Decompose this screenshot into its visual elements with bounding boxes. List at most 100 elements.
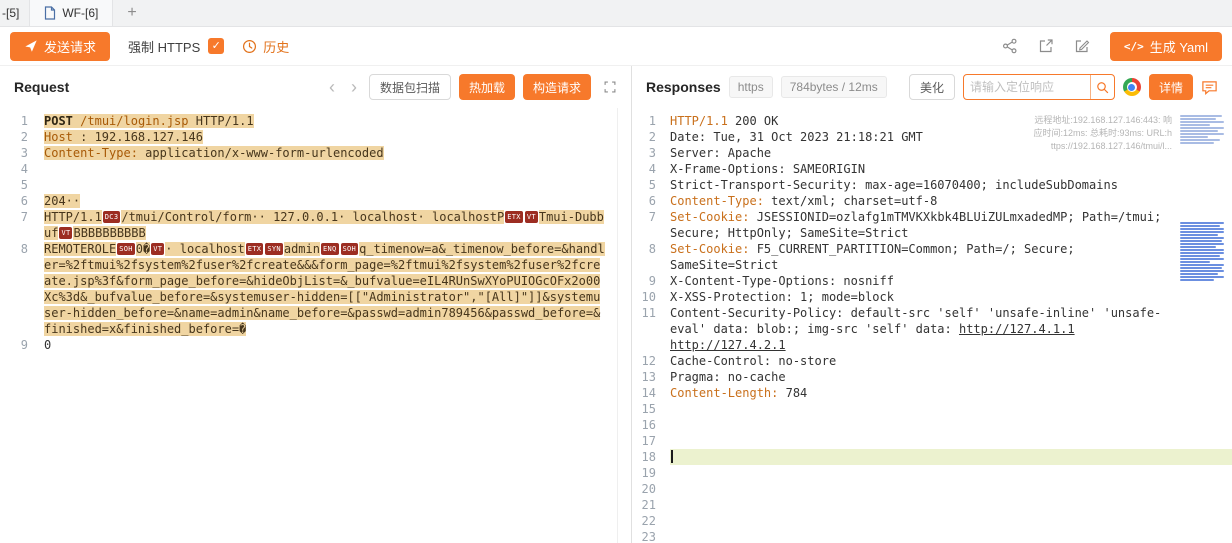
code-icon: </> bbox=[1124, 40, 1144, 53]
code-line[interactable]: 16 bbox=[632, 417, 1232, 433]
code-line[interactable]: 21 bbox=[632, 497, 1232, 513]
line-number: 18 bbox=[632, 449, 670, 465]
code-line[interactable]: 22 bbox=[632, 513, 1232, 529]
code-line[interactable]: 4X-Frame-Options: SAMEORIGIN bbox=[632, 161, 1232, 177]
prev-request-button[interactable]: ‹ bbox=[325, 78, 339, 96]
app-window: -[5] WF-[6] + 发送请求 强制 HTTPS ✓ 历史 bbox=[0, 0, 1232, 543]
protocol-badge: https bbox=[729, 76, 773, 98]
code-line[interactable]: 4 bbox=[0, 161, 631, 177]
details-button[interactable]: 详情 bbox=[1149, 74, 1193, 100]
main-split: Request ‹ › 数据包扫描 热加载 构造请求 1POST /tmui/l… bbox=[0, 66, 1232, 543]
code-line[interactable]: 12Cache-Control: no-store bbox=[632, 353, 1232, 369]
control-char-badge: SOH bbox=[117, 243, 135, 255]
code-line[interactable]: 13Pragma: no-cache bbox=[632, 369, 1232, 385]
line-number: 10 bbox=[632, 289, 670, 305]
code-line[interactable]: 14Content-Length: 784 bbox=[632, 385, 1232, 401]
control-char-badge: DC3 bbox=[103, 211, 121, 223]
response-viewer-wrap: 1HTTP/1.1 200 OK2Date: Tue, 31 Oct 2023 … bbox=[632, 108, 1232, 543]
code-line[interactable]: 8REMOTEROLESOH0�VT· localhostETXSYNadmin… bbox=[0, 241, 631, 337]
search-box bbox=[963, 74, 1115, 100]
line-number: 8 bbox=[632, 241, 670, 273]
code-line[interactable]: 15 bbox=[632, 401, 1232, 417]
packet-scan-button[interactable]: 数据包扫描 bbox=[369, 74, 451, 100]
code-line[interactable]: 3Server: Apache bbox=[632, 145, 1232, 161]
control-char-badge: VT bbox=[525, 211, 538, 223]
line-number: 17 bbox=[632, 433, 670, 449]
expand-button[interactable] bbox=[603, 80, 617, 94]
new-tab-button[interactable]: + bbox=[127, 4, 136, 22]
force-https-label: 强制 HTTPS bbox=[128, 37, 200, 56]
line-number: 21 bbox=[632, 497, 670, 513]
control-char-badge: VT bbox=[151, 243, 164, 255]
line-number: 9 bbox=[0, 337, 44, 353]
code-line[interactable]: 6204·· bbox=[0, 193, 631, 209]
minimap[interactable] bbox=[1180, 114, 1228, 543]
next-request-button[interactable]: › bbox=[347, 78, 361, 96]
code-line[interactable]: 19 bbox=[632, 465, 1232, 481]
send-icon bbox=[24, 39, 38, 53]
history-label: 历史 bbox=[263, 37, 289, 56]
generate-yaml-button[interactable]: </> 生成 Yaml bbox=[1110, 32, 1222, 61]
code-line[interactable]: 7Set-Cookie: JSESSIONID=ozlafg1mTMVKXkbk… bbox=[632, 209, 1232, 241]
size-time-badge: 784bytes / 12ms bbox=[781, 76, 887, 98]
line-number: 6 bbox=[632, 193, 670, 209]
line-number: 2 bbox=[0, 129, 44, 145]
control-char-badge: SOH bbox=[341, 243, 359, 255]
open-in-browser-button[interactable] bbox=[1123, 78, 1141, 96]
code-line[interactable]: 3Content-Type: application/x-www-form-ur… bbox=[0, 145, 631, 161]
code-line[interactable]: 9X-Content-Type-Options: nosniff bbox=[632, 273, 1232, 289]
code-line[interactable]: 11Content-Security-Policy: default-src '… bbox=[632, 305, 1232, 353]
compose-button[interactable] bbox=[1074, 38, 1090, 54]
tab-wf[interactable]: WF-[6] bbox=[29, 0, 113, 26]
beautify-button[interactable]: 美化 bbox=[909, 74, 955, 100]
search-button[interactable] bbox=[1090, 75, 1114, 99]
tab-label: WF-[6] bbox=[62, 6, 98, 20]
code-line[interactable]: 18 bbox=[632, 449, 1232, 465]
code-line[interactable]: 8Set-Cookie: F5_CURRENT_PARTITION=Common… bbox=[632, 241, 1232, 273]
hot-reload-button[interactable]: 热加载 bbox=[459, 74, 515, 100]
responses-title: Responses bbox=[646, 79, 721, 95]
code-line[interactable]: 1HTTP/1.1 200 OK bbox=[632, 113, 1232, 129]
expand-icon bbox=[603, 80, 617, 94]
line-number: 6 bbox=[0, 193, 44, 209]
comment-button[interactable] bbox=[1201, 79, 1218, 96]
code-line[interactable]: 23 bbox=[632, 529, 1232, 543]
line-number: 9 bbox=[632, 273, 670, 289]
request-header: Request ‹ › 数据包扫描 热加载 构造请求 bbox=[0, 66, 631, 108]
code-line[interactable]: 1POST /tmui/login.jsp HTTP/1.1 bbox=[0, 113, 631, 129]
control-char-badge: ETX bbox=[246, 243, 264, 255]
response-viewer[interactable]: 1HTTP/1.1 200 OK2Date: Tue, 31 Oct 2023 … bbox=[632, 108, 1232, 543]
code-line[interactable]: 6Content-Type: text/xml; charset=utf-8 bbox=[632, 193, 1232, 209]
code-line[interactable]: 20 bbox=[632, 481, 1232, 497]
response-header: Responses https 784bytes / 12ms 美化 bbox=[632, 66, 1232, 108]
search-input[interactable] bbox=[964, 80, 1090, 94]
code-line[interactable]: 10X-XSS-Protection: 1; mode=block bbox=[632, 289, 1232, 305]
line-number: 2 bbox=[632, 129, 670, 145]
force-https-checkbox[interactable]: ✓ bbox=[208, 38, 224, 54]
code-line[interactable]: 2Date: Tue, 31 Oct 2023 21:18:21 GMT bbox=[632, 129, 1232, 145]
line-number: 4 bbox=[0, 161, 44, 177]
control-char-badge: ETX bbox=[505, 211, 523, 223]
comment-icon bbox=[1201, 79, 1218, 96]
response-panel: Responses https 784bytes / 12ms 美化 bbox=[632, 66, 1232, 543]
window-label: -[5] bbox=[0, 6, 29, 20]
send-request-button[interactable]: 发送请求 bbox=[10, 32, 110, 61]
tab-bar: -[5] WF-[6] + bbox=[0, 0, 1232, 27]
share-icon bbox=[1002, 38, 1018, 54]
export-icon bbox=[1038, 38, 1054, 54]
export-button[interactable] bbox=[1038, 38, 1054, 54]
line-number: 3 bbox=[632, 145, 670, 161]
code-line[interactable]: 17 bbox=[632, 433, 1232, 449]
code-line[interactable]: 90 bbox=[0, 337, 631, 353]
code-line[interactable]: 5Strict-Transport-Security: max-age=1607… bbox=[632, 177, 1232, 193]
code-line[interactable]: 5 bbox=[0, 177, 631, 193]
code-line[interactable]: 7HTTP/1.1DC3/tmui/Control/form·· 127.0.0… bbox=[0, 209, 631, 241]
share-button[interactable] bbox=[1002, 38, 1018, 54]
request-editor[interactable]: 1POST /tmui/login.jsp HTTP/1.12Host : 19… bbox=[0, 108, 631, 353]
construct-request-button[interactable]: 构造请求 bbox=[523, 74, 591, 100]
main-toolbar: 发送请求 强制 HTTPS ✓ 历史 bbox=[0, 27, 1232, 66]
clock-icon bbox=[242, 39, 257, 54]
document-icon bbox=[44, 6, 56, 20]
code-line[interactable]: 2Host : 192.168.127.146 bbox=[0, 129, 631, 145]
history-button[interactable]: 历史 bbox=[242, 37, 289, 56]
